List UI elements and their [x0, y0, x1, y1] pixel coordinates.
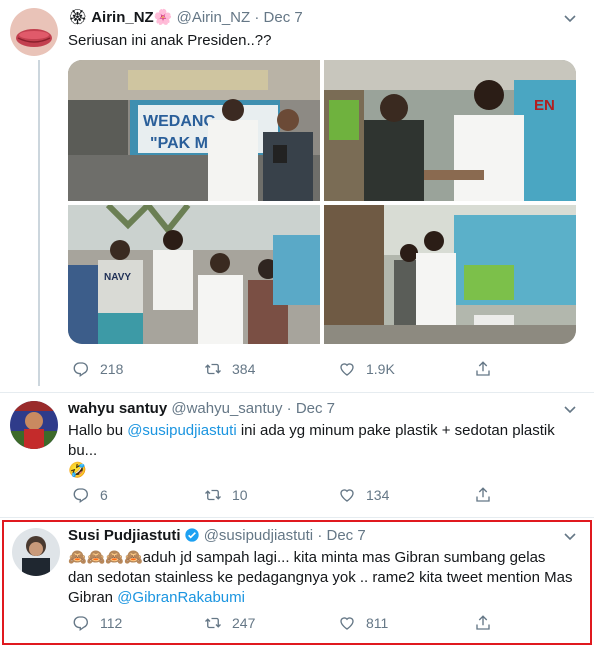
tweet-header: wahyu santuy @wahyu_santuy · Dec 7	[68, 399, 335, 419]
emoji: 🤣	[68, 462, 87, 479]
tweet-actions: 218 384 1.9K	[68, 360, 568, 380]
share-button[interactable]	[474, 360, 502, 378]
chevron-down-icon[interactable]	[563, 529, 577, 543]
display-name[interactable]: Susi Pudjiastuti	[68, 527, 181, 544]
like-count: 811	[366, 615, 389, 631]
retweet-button[interactable]: 10	[204, 486, 248, 504]
like-button[interactable]: 134	[338, 486, 389, 504]
reply-count: 112	[100, 615, 123, 631]
photo-2[interactable]: EN	[324, 60, 576, 201]
retweet-count: 384	[232, 361, 256, 377]
text-part: Hallo bu	[68, 422, 128, 439]
tweet-text: Seriusan ini anak Presiden..??	[68, 32, 272, 49]
avatar[interactable]	[10, 8, 58, 56]
retweet-icon	[205, 489, 221, 501]
photo-grid[interactable]: WEDANG "PAK M EN NAVY	[68, 60, 576, 344]
separator-dot: ·	[286, 400, 292, 417]
tweet-actions: 112 247 811	[68, 614, 568, 634]
chevron-down-icon[interactable]	[563, 402, 577, 416]
share-button[interactable]	[474, 614, 502, 632]
retweet-button[interactable]: 247	[204, 614, 255, 632]
sign-text-3: EN	[534, 97, 555, 114]
share-button[interactable]	[474, 486, 502, 504]
tweet-wahyu[interactable]: wahyu santuy @wahyu_santuy · Dec 7 Hallo…	[0, 393, 594, 515]
thread-line	[38, 60, 40, 386]
display-name[interactable]: wahyu santuy	[68, 400, 167, 417]
tweet-text: Hallo bu @susipudjiastuti ini ada yg min…	[68, 421, 568, 481]
share-icon	[476, 615, 490, 630]
reply-count: 6	[100, 487, 108, 503]
share-icon	[476, 487, 490, 502]
like-button[interactable]: 1.9K	[338, 360, 395, 378]
timestamp[interactable]: Dec 7	[296, 400, 335, 417]
reply-button[interactable]: 6	[72, 486, 108, 504]
reply-button[interactable]: 112	[72, 614, 122, 632]
sign-text-1: WEDANG	[143, 113, 216, 130]
timestamp[interactable]: Dec 7	[264, 9, 303, 26]
tweet-susi[interactable]: Susi Pudjiastuti @susipudjiastuti · Dec …	[0, 520, 594, 645]
like-count: 134	[366, 487, 390, 503]
heart-icon	[340, 363, 354, 376]
sign-text-2: "PAK M	[150, 135, 208, 152]
tweet-header: 🏵 Airin_NZ🌸 @Airin_NZ · Dec 7	[68, 8, 303, 28]
tweet-actions: 6 10 134	[68, 486, 568, 506]
like-button[interactable]: 811	[338, 614, 388, 632]
handle[interactable]: @Airin_NZ	[177, 9, 251, 26]
photo-4[interactable]	[324, 205, 576, 344]
reply-icon	[73, 488, 88, 504]
chevron-down-icon[interactable]	[563, 11, 577, 25]
handle[interactable]: @wahyu_santuy	[171, 400, 282, 417]
handle[interactable]: @susipudjiastuti	[204, 527, 313, 544]
mention-link[interactable]: @GibranRakabumi	[117, 589, 245, 606]
reply-button[interactable]: 218	[72, 360, 123, 378]
retweet-icon	[205, 617, 221, 629]
tweet-header: Susi Pudjiastuti @susipudjiastuti · Dec …	[68, 526, 366, 546]
heart-icon	[340, 617, 354, 630]
timestamp[interactable]: Dec 7	[326, 527, 365, 544]
retweet-icon	[205, 363, 221, 375]
reply-icon	[73, 616, 88, 632]
name-emoji-right: 🌸	[153, 9, 173, 26]
tweet-text: 🙈🙈🙈🙈aduh jd sampah lagi... kita minta ma…	[68, 548, 573, 608]
like-count: 1.9K	[366, 361, 395, 377]
divider	[0, 517, 594, 518]
display-name[interactable]: Airin_NZ	[91, 9, 154, 26]
avatar[interactable]	[10, 401, 58, 449]
retweet-button[interactable]: 384	[204, 360, 255, 378]
name-emoji-left: 🏵	[68, 9, 88, 26]
photo-1[interactable]: WEDANG "PAK M	[68, 60, 320, 201]
shirt-text: NAVY	[104, 272, 131, 283]
retweet-count: 10	[232, 487, 248, 503]
separator-dot: ·	[317, 527, 323, 544]
retweet-count: 247	[232, 615, 256, 631]
reply-count: 218	[100, 361, 124, 377]
mention-link[interactable]: @susipudjiastuti	[127, 422, 236, 439]
share-icon	[476, 361, 490, 376]
reply-icon	[73, 362, 88, 378]
emoji: 🙈🙈🙈🙈	[68, 549, 143, 566]
tweet-airin[interactable]: 🏵 Airin_NZ🌸 @Airin_NZ · Dec 7 Seriusan i…	[0, 0, 594, 390]
separator-dot: ·	[254, 9, 260, 26]
avatar[interactable]	[12, 528, 60, 576]
heart-icon	[340, 489, 354, 502]
verified-badge-icon	[184, 528, 199, 542]
photo-3[interactable]: NAVY	[68, 205, 320, 344]
